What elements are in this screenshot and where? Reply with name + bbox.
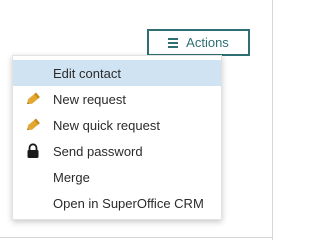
menu-item-label: Merge [53,169,90,185]
actions-button[interactable]: Actions [147,29,250,56]
menu-item-label: New request [53,91,126,107]
menu-item-label: Send password [53,143,143,159]
menu-item-send-password[interactable]: Send password [13,138,221,164]
menu-item-edit-contact[interactable]: Edit contact [13,60,221,86]
lock-icon [13,138,53,164]
panel-border-bottom [0,237,273,238]
menu-item-label: Edit contact [53,65,121,81]
menu-item-merge[interactable]: Merge [13,164,221,190]
menu-item-new-quick-request[interactable]: New quick request [13,112,221,138]
menu-item-open-in-superoffice-crm[interactable]: Open in SuperOffice CRM [13,190,221,216]
page: Actions Edit contact New request New qui… [0,0,276,240]
menu-item-label: Open in SuperOffice CRM [53,195,204,211]
menu-item-label: New quick request [53,117,160,133]
menu-item-new-request[interactable]: New request [13,86,221,112]
pencil-icon [13,86,53,112]
pencil-icon [13,112,53,138]
panel-border-right [272,0,273,240]
actions-button-label: Actions [186,35,229,50]
hamburger-icon [168,38,179,48]
actions-dropdown-menu: Edit contact New request New quick reque… [12,55,222,220]
